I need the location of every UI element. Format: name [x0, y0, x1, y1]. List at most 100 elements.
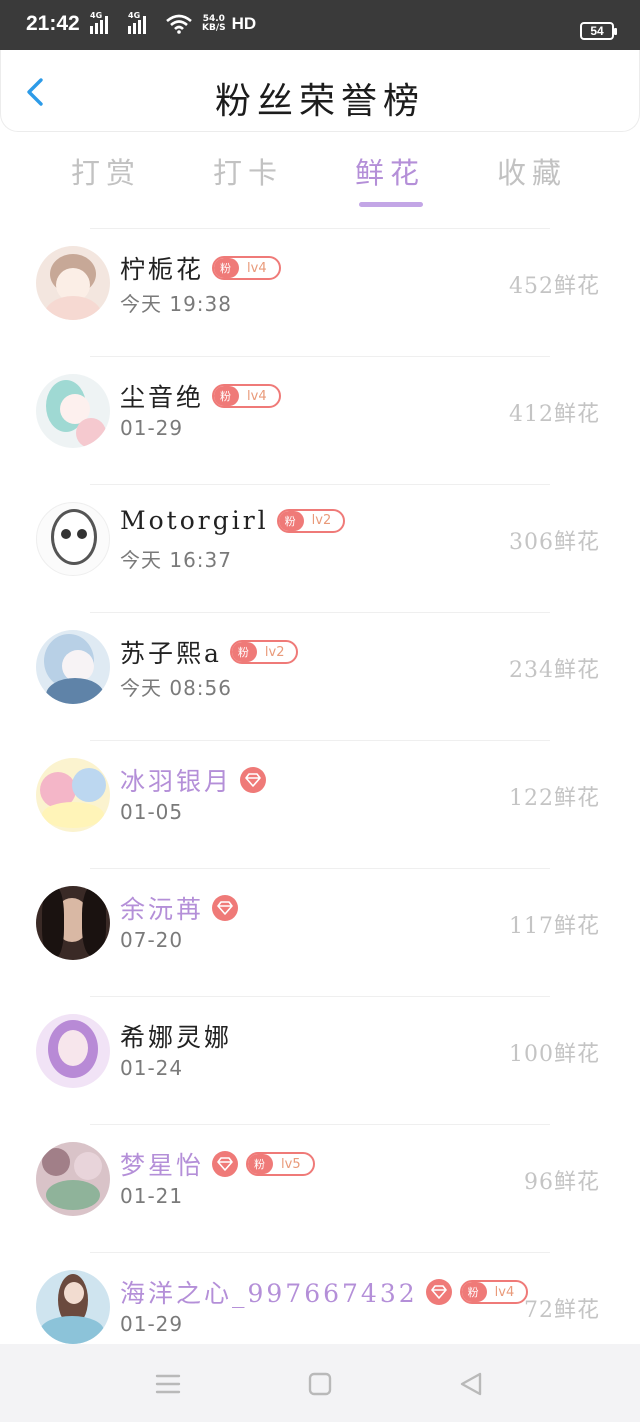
tab-favorites[interactable]: 收藏	[462, 150, 602, 192]
fan-name-row: 柠栀花 粉 lv4	[120, 250, 281, 286]
fan-badge-level: lv4	[247, 260, 267, 276]
avatar[interactable]	[36, 1142, 110, 1216]
network-type-label: 4G	[90, 11, 103, 20]
fan-date: 01-29	[120, 1312, 184, 1336]
flower-count: 72鲜花	[524, 1298, 600, 1323]
avatar[interactable]	[36, 374, 110, 448]
tab-checkin[interactable]: 打卡	[178, 150, 318, 192]
network-speed: 54.0 KB/S	[202, 15, 226, 33]
fan-level-badge: 粉 lv4	[459, 1280, 529, 1304]
fan-level-badge: 粉 lv4	[212, 256, 281, 280]
fan-name-row: 冰羽银月	[120, 762, 267, 798]
list-item[interactable]: 余沅苒 07-20 117鲜花	[0, 868, 640, 996]
avatar[interactable]	[36, 630, 110, 704]
divider	[90, 356, 550, 357]
fan-date: 01-29	[120, 416, 184, 440]
fan-name: 希娜灵娜	[120, 1023, 233, 1052]
list-item[interactable]: Motorgirl 粉 lv2 今天 16:37 306鲜花	[0, 484, 640, 612]
fan-name: 尘音绝	[120, 383, 205, 412]
fan-badge-level: lv4	[247, 388, 267, 404]
fan-name: 余沅苒	[120, 895, 205, 924]
fan-badge-label: 粉	[214, 386, 240, 406]
back-nav-button[interactable]	[458, 1370, 486, 1398]
hd-indicator: HD	[231, 14, 257, 33]
flower-count: 100鲜花	[509, 1042, 600, 1067]
fan-name-row: 海洋之心_997667432 粉 lv4	[120, 1274, 529, 1310]
active-tab-indicator	[359, 202, 423, 207]
list-item[interactable]: 冰羽银月 01-05 122鲜花	[0, 740, 640, 868]
list-item[interactable]: 柠栀花 粉 lv4 今天 19:38 452鲜花	[0, 228, 640, 356]
fan-name: 梦星怡	[120, 1151, 205, 1180]
diamond-icon	[212, 1151, 239, 1177]
signal-icon: 4G	[128, 11, 154, 34]
fan-level-badge: 粉 lv5	[246, 1152, 315, 1176]
fan-badge-label: 粉	[214, 258, 240, 278]
system-nav-bar	[0, 1344, 640, 1422]
avatar[interactable]	[36, 1014, 110, 1088]
fan-name: 冰羽银月	[120, 767, 233, 796]
fan-badge-label: 粉	[278, 510, 304, 531]
flower-count: 412鲜花	[509, 402, 600, 427]
diamond-icon	[240, 767, 267, 793]
fan-name-row: Motorgirl 粉 lv2	[120, 506, 346, 535]
avatar[interactable]	[36, 1270, 110, 1344]
speed-unit: KB/S	[202, 23, 226, 33]
list-item[interactable]: 希娜灵娜 01-24 100鲜花	[0, 996, 640, 1124]
app-header: 粉丝荣誉榜	[0, 50, 640, 132]
fan-badge-label: 粉	[248, 1154, 274, 1174]
tab-reward[interactable]: 打赏	[36, 150, 176, 192]
flower-count: 122鲜花	[509, 786, 600, 811]
flower-count: 117鲜花	[509, 914, 600, 939]
fan-date: 01-24	[120, 1056, 184, 1080]
fan-name: Motorgirl	[120, 506, 269, 535]
fan-name: 柠栀花	[120, 255, 205, 284]
menu-icon	[155, 1374, 181, 1394]
status-time: 21:42	[26, 12, 80, 35]
menu-button[interactable]	[154, 1370, 182, 1398]
battery-icon: 54	[580, 22, 617, 40]
avatar[interactable]	[36, 758, 110, 832]
fan-list: 柠栀花 粉 lv4 今天 19:38 452鲜花 尘音绝 粉 lv4 01-29…	[0, 228, 640, 1380]
tab-bar: 打赏 打卡 鲜花 收藏	[36, 150, 604, 210]
fan-date: 07-20	[120, 928, 184, 952]
fan-name: 苏子熙a	[120, 639, 222, 668]
fan-badge-level: lv4	[494, 1284, 515, 1300]
status-bar: 21:42 4G 4G 54.0 KB/S HD 54	[0, 0, 640, 50]
square-icon	[308, 1372, 332, 1396]
fan-level-badge: 粉 lv2	[229, 640, 299, 664]
fan-badge-label: 粉	[461, 1282, 487, 1302]
avatar[interactable]	[36, 502, 110, 576]
list-item[interactable]: 尘音绝 粉 lv4 01-29 412鲜花	[0, 356, 640, 484]
fan-name-row: 余沅苒	[120, 890, 239, 926]
divider	[90, 1124, 550, 1125]
diamond-icon	[212, 895, 239, 921]
fan-date: 今天 08:56	[120, 676, 232, 700]
wifi-icon	[166, 14, 192, 34]
avatar[interactable]	[36, 246, 110, 320]
avatar[interactable]	[36, 886, 110, 960]
divider	[90, 996, 550, 997]
fan-badge-level: lv2	[311, 513, 332, 528]
fan-name-row: 尘音绝 粉 lv4	[120, 378, 281, 414]
divider	[90, 228, 550, 229]
fan-badge-level: lv5	[281, 1156, 301, 1172]
list-item[interactable]: 苏子熙a 粉 lv2 今天 08:56 234鲜花	[0, 612, 640, 740]
network-indicators: 4G 4G 54.0 KB/S HD	[90, 11, 257, 34]
flower-count: 96鲜花	[524, 1170, 600, 1195]
fan-level-badge: 粉 lv4	[212, 384, 281, 408]
flower-count: 452鲜花	[509, 274, 600, 299]
network-type-label: 4G	[128, 11, 141, 20]
signal-icon: 4G	[90, 11, 116, 34]
fan-name: 海洋之心_997667432	[120, 1279, 418, 1308]
fan-badge-level: lv2	[264, 644, 285, 660]
page-title: 粉丝荣誉榜	[214, 81, 425, 122]
list-item[interactable]: 梦星怡 粉 lv5 01-21 96鲜花	[0, 1124, 640, 1252]
divider	[90, 1252, 550, 1253]
fan-date: 01-21	[120, 1184, 184, 1208]
divider	[90, 740, 550, 741]
divider	[90, 612, 550, 613]
tab-flowers[interactable]: 鲜花	[320, 150, 460, 192]
home-button[interactable]	[306, 1370, 334, 1398]
fan-badge-label: 粉	[231, 642, 257, 662]
triangle-back-icon	[460, 1372, 482, 1396]
